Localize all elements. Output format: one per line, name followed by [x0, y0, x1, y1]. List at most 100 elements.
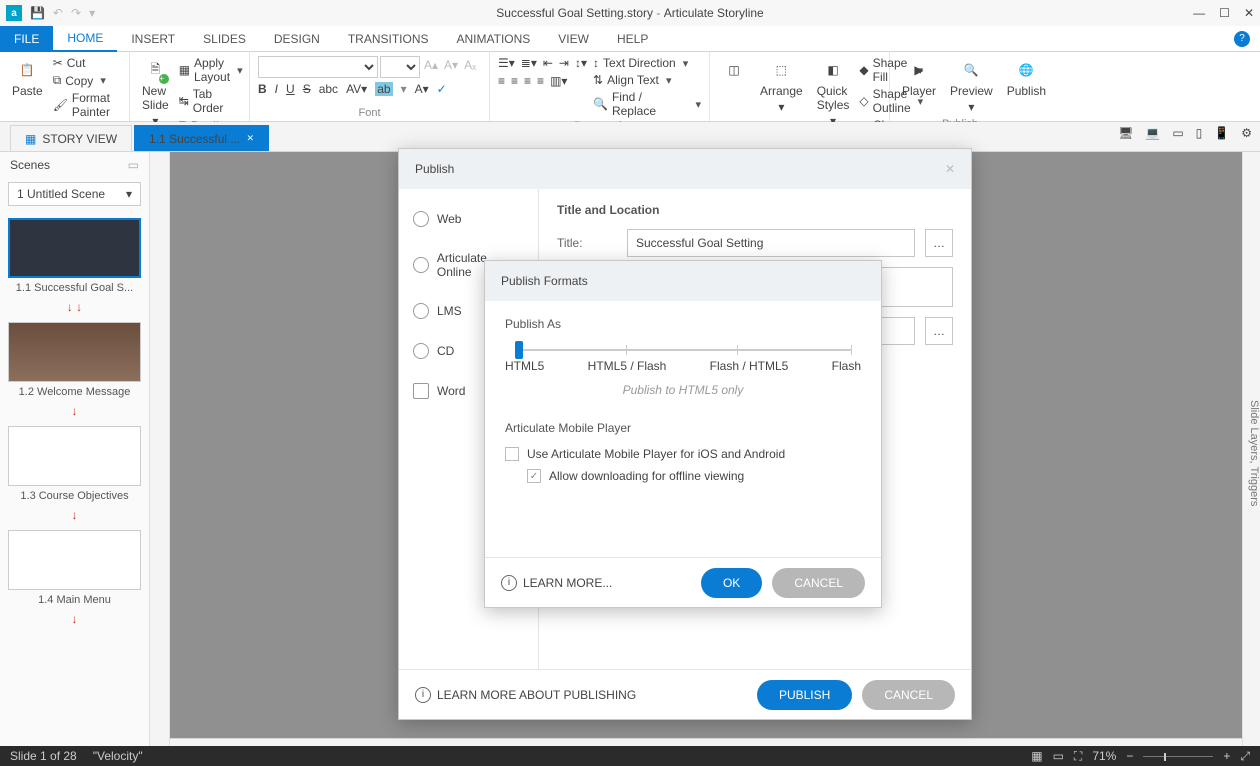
scenes-panel-menu-icon[interactable]: ▭ — [128, 158, 139, 172]
formats-ok-button[interactable]: OK — [701, 568, 762, 598]
tab-animations[interactable]: ANIMATIONS — [443, 26, 545, 52]
option-html5: HTML5 — [505, 359, 544, 373]
zoom-out-button[interactable]: − — [1126, 749, 1133, 763]
view-normal-icon[interactable]: ▭ — [1053, 749, 1064, 763]
scene-selector[interactable]: 1 Untitled Scene▾ — [8, 182, 141, 206]
copy-button[interactable]: ⧉Copy ▾ — [53, 73, 121, 88]
bold-button[interactable]: B — [258, 82, 267, 96]
tab-home[interactable]: HOME — [53, 26, 117, 52]
minimize-icon[interactable]: — — [1193, 6, 1205, 20]
database-icon — [413, 303, 429, 319]
close-icon[interactable]: ✕ — [1244, 6, 1254, 20]
tab-order-button[interactable]: ↹Tab Order — [179, 87, 243, 115]
char-spacing-button[interactable]: AV▾ — [346, 82, 367, 96]
justify-button[interactable]: ≡ — [537, 74, 544, 88]
group-label-font: Font — [258, 105, 481, 121]
globe-icon — [413, 211, 429, 227]
line-spacing-button[interactable]: ↕▾ — [575, 56, 587, 70]
right-rail-tab[interactable]: Slide Layers, Triggers — [1242, 152, 1260, 746]
arrange-button[interactable]: ⬚Arrange▾ — [756, 56, 807, 116]
underline-button[interactable]: U — [286, 82, 295, 96]
align-right-button[interactable]: ≡ — [524, 74, 531, 88]
view-grid-icon[interactable]: ▦ — [1031, 749, 1042, 763]
columns-button[interactable]: ▥▾ — [550, 74, 567, 88]
bullets-button[interactable]: ☰▾ — [498, 56, 515, 70]
publish-dialog-close-icon[interactable]: ✕ — [945, 162, 955, 176]
learn-more-formats-link[interactable]: iLEARN MORE... — [501, 575, 612, 591]
find-replace-button[interactable]: 🔍Find / Replace ▾ — [593, 90, 701, 118]
cut-button[interactable]: ✂Cut — [53, 56, 121, 70]
align-text-button[interactable]: ⇅Align Text ▾ — [593, 73, 701, 87]
strike-button[interactable]: S — [303, 82, 311, 96]
font-family-select[interactable] — [258, 56, 378, 78]
player-button[interactable]: ▶Player — [898, 56, 940, 100]
story-view-tab[interactable]: ▦STORY VIEW — [10, 125, 132, 151]
publish-button[interactable]: 🌐Publish — [1003, 56, 1050, 100]
font-color-button[interactable]: A▾ — [415, 82, 429, 96]
tab-help[interactable]: HELP — [603, 26, 662, 52]
close-tab-icon[interactable]: ✕ — [246, 133, 254, 144]
tab-slides[interactable]: SLIDES — [189, 26, 260, 52]
tab-design[interactable]: DESIGN — [260, 26, 334, 52]
indent-button[interactable]: ⇥ — [559, 56, 569, 70]
title-more-button[interactable]: … — [925, 229, 953, 257]
maximize-icon[interactable]: ☐ — [1219, 6, 1230, 20]
slide-tab[interactable]: 1.1 Successful ...✕ — [134, 125, 269, 151]
highlight-button[interactable]: ab — [375, 82, 392, 96]
format-painter-button[interactable]: 🖌Format Painter — [53, 91, 121, 119]
learn-more-publishing-link[interactable]: iLEARN MORE ABOUT PUBLISHING — [415, 687, 636, 703]
clear-format-icon[interactable]: Aₓ — [462, 56, 478, 78]
publish-target-web[interactable]: Web — [399, 199, 538, 239]
paste-button[interactable]: 📋 Paste — [8, 56, 47, 100]
quick-styles-button[interactable]: ◧Quick Styles▾ — [813, 56, 854, 130]
slide-thumb-4[interactable]: 1.4 Main Menu↓ — [8, 530, 141, 626]
fit-to-window-icon[interactable]: ⛶ — [1074, 749, 1082, 764]
slide-thumb-2[interactable]: 1.2 Welcome Message↓ — [8, 322, 141, 418]
zoom-in-button[interactable]: + — [1223, 749, 1230, 763]
slide-thumb-3[interactable]: 1.3 Course Objectives↓ — [8, 426, 141, 522]
new-slide-button[interactable]: 🗎+ New Slide▾ — [138, 56, 173, 130]
tab-view[interactable]: VIEW — [544, 26, 603, 52]
decrease-font-icon[interactable]: A▾ — [442, 56, 460, 78]
increase-font-icon[interactable]: A▴ — [422, 56, 440, 78]
publish-cancel-button[interactable]: CANCEL — [862, 680, 955, 710]
numbering-button[interactable]: ≣▾ — [521, 56, 537, 70]
shadow-button[interactable]: abc — [319, 82, 338, 96]
outdent-button[interactable]: ⇤ — [543, 56, 553, 70]
fit-icon[interactable]: ⤢ — [1240, 749, 1250, 764]
amp-offline-checkbox[interactable] — [527, 469, 541, 483]
slider-thumb[interactable] — [515, 341, 523, 359]
tab-insert[interactable]: INSERT — [117, 26, 189, 52]
settings-view-icon[interactable]: ⚙ — [1241, 126, 1252, 140]
laptop-view-icon[interactable]: 💻 — [1145, 126, 1160, 140]
status-theme: "Velocity" — [93, 749, 143, 763]
publish-confirm-button[interactable]: PUBLISH — [757, 680, 852, 710]
font-size-select[interactable] — [380, 56, 420, 78]
arrange-icon: ⬚ — [769, 58, 793, 82]
phone-view-icon[interactable]: 📱 — [1214, 126, 1229, 140]
text-direction-button[interactable]: ↕Text Direction ▾ — [593, 56, 701, 70]
flow-arrow-icon: ↓ — [8, 612, 141, 626]
paste-icon: 📋 — [15, 58, 39, 82]
tab-file[interactable]: FILE — [0, 26, 53, 52]
extra-more-button[interactable]: … — [925, 317, 953, 345]
zoom-level[interactable]: 71% — [1092, 749, 1116, 763]
tablet-landscape-icon[interactable]: ▭ — [1172, 126, 1183, 140]
shapes-gallery[interactable]: ◫ — [718, 56, 750, 84]
apply-layout-button[interactable]: ▦Apply Layout ▾ — [179, 56, 243, 84]
tab-transitions[interactable]: TRANSITIONS — [334, 26, 443, 52]
preview-button[interactable]: 🔍Preview▾ — [946, 56, 997, 116]
spell-check-icon[interactable]: ✓ — [437, 82, 447, 96]
align-center-button[interactable]: ≡ — [511, 74, 518, 88]
amp-use-checkbox[interactable] — [505, 447, 519, 461]
italic-button[interactable]: I — [275, 82, 278, 96]
title-input[interactable] — [627, 229, 915, 257]
zoom-slider[interactable] — [1143, 756, 1213, 757]
align-left-button[interactable]: ≡ — [498, 74, 505, 88]
help-icon[interactable]: ? — [1234, 31, 1250, 47]
format-slider[interactable] — [515, 349, 851, 351]
slide-thumb-1[interactable]: 1.1 Successful Goal S...↓ ↓ — [8, 218, 141, 314]
desktop-view-icon[interactable]: 🖥 — [1118, 126, 1133, 140]
formats-cancel-button[interactable]: CANCEL — [772, 568, 865, 598]
tablet-portrait-icon[interactable]: ▯ — [1196, 126, 1203, 140]
